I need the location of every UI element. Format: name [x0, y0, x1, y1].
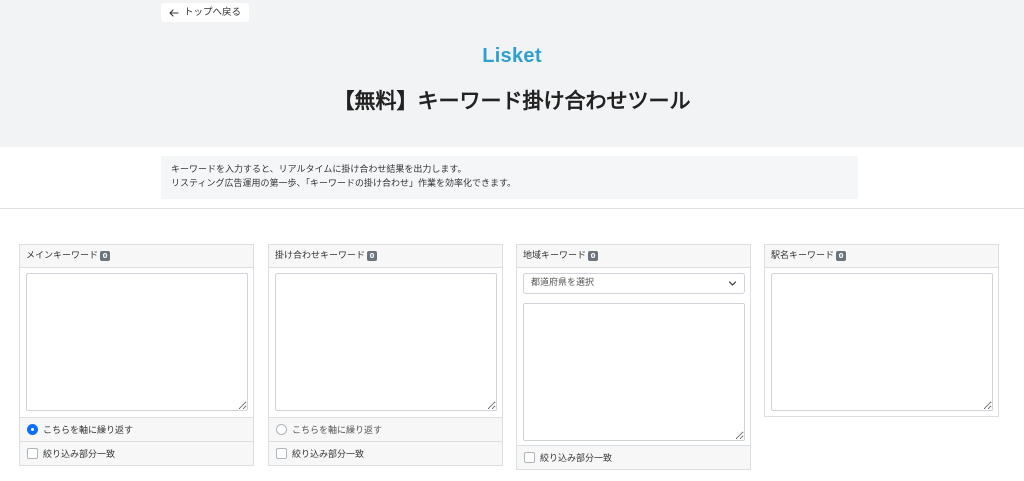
keyword-count-badge: 0: [367, 251, 378, 261]
broad-match-modifier-label: 絞り込み部分一致: [43, 450, 116, 460]
broad-match-modifier-label: 絞り込み部分一致: [292, 450, 365, 460]
panel-header: 駅名キーワード 0: [765, 245, 998, 268]
back-to-top-label: トップへ戻る: [184, 7, 242, 18]
keyword-count-badge: 0: [836, 251, 847, 261]
keyword-count-badge: 0: [588, 251, 599, 261]
page-title: 【無料】キーワード掛け合わせツール: [333, 89, 691, 113]
description-box: キーワードを入力すると、リアルタイムに掛け合わせ結果を出力します。 リスティング…: [161, 156, 858, 199]
broad-match-modifier-checkbox[interactable]: [524, 452, 535, 463]
broad-match-modifier-option[interactable]: 絞り込み部分一致: [269, 441, 502, 465]
repeat-axis-option[interactable]: こちらを軸に繰り返す: [269, 417, 502, 441]
station-keyword-textarea[interactable]: [771, 273, 993, 411]
broad-match-modifier-label: 絞り込み部分一致: [540, 454, 613, 464]
repeat-axis-label: こちらを軸に繰り返す: [292, 426, 383, 436]
combination-keyword-panel: 掛け合わせキーワード 0 こちらを軸に繰り返す 絞り込み部分一致: [268, 244, 503, 466]
hero-header: トップへ戻る Lisket 【無料】キーワード掛け合わせツール: [0, 0, 1024, 147]
broad-match-modifier-checkbox[interactable]: [27, 448, 38, 459]
back-to-top-button[interactable]: トップへ戻る: [161, 3, 250, 22]
site-logo[interactable]: Lisket: [0, 45, 1024, 68]
repeat-axis-radio[interactable]: [27, 424, 38, 435]
region-keyword-textarea[interactable]: [523, 303, 745, 441]
repeat-axis-option[interactable]: こちらを軸に繰り返す: [20, 417, 253, 441]
region-keyword-panel: 地域キーワード 0 都道府県を選択 絞り込み部分一致: [516, 244, 751, 470]
chevron-down-icon: [728, 281, 737, 286]
repeat-axis-radio[interactable]: [276, 424, 287, 435]
panel-header: メインキーワード 0: [20, 245, 253, 268]
prefecture-select[interactable]: 都道府県を選択: [523, 273, 745, 294]
arrow-left-icon: [169, 8, 179, 17]
broad-match-modifier-option[interactable]: 絞り込み部分一致: [517, 445, 750, 469]
station-keyword-panel: 駅名キーワード 0: [764, 244, 999, 417]
panel-header: 掛け合わせキーワード 0: [269, 245, 502, 268]
keyword-count-badge: 0: [100, 251, 111, 261]
repeat-axis-label: こちらを軸に繰り返す: [43, 426, 134, 436]
description-line-2: リスティング広告運用の第一歩、「キーワードの掛け合わせ」作業を効率化できます。: [171, 178, 517, 189]
description-line-1: キーワードを入力すると、リアルタイムに掛け合わせ結果を出力します。: [171, 165, 467, 175]
main-keyword-textarea[interactable]: [26, 273, 248, 411]
broad-match-modifier-checkbox[interactable]: [276, 448, 287, 459]
prefecture-select-value: 都道府県を選択: [531, 278, 595, 288]
panel-title: 駅名キーワード: [771, 251, 835, 261]
panel-header: 地域キーワード 0: [517, 245, 750, 268]
section-divider: [0, 208, 1024, 209]
broad-match-modifier-option[interactable]: 絞り込み部分一致: [20, 441, 253, 465]
panel-title: 地域キーワード: [523, 251, 587, 261]
panel-title: メインキーワード: [26, 251, 99, 261]
panel-title: 掛け合わせキーワード: [275, 251, 366, 261]
combination-keyword-textarea[interactable]: [275, 273, 497, 411]
main-keyword-panel: メインキーワード 0 こちらを軸に繰り返す 絞り込み部分一致: [19, 244, 254, 466]
